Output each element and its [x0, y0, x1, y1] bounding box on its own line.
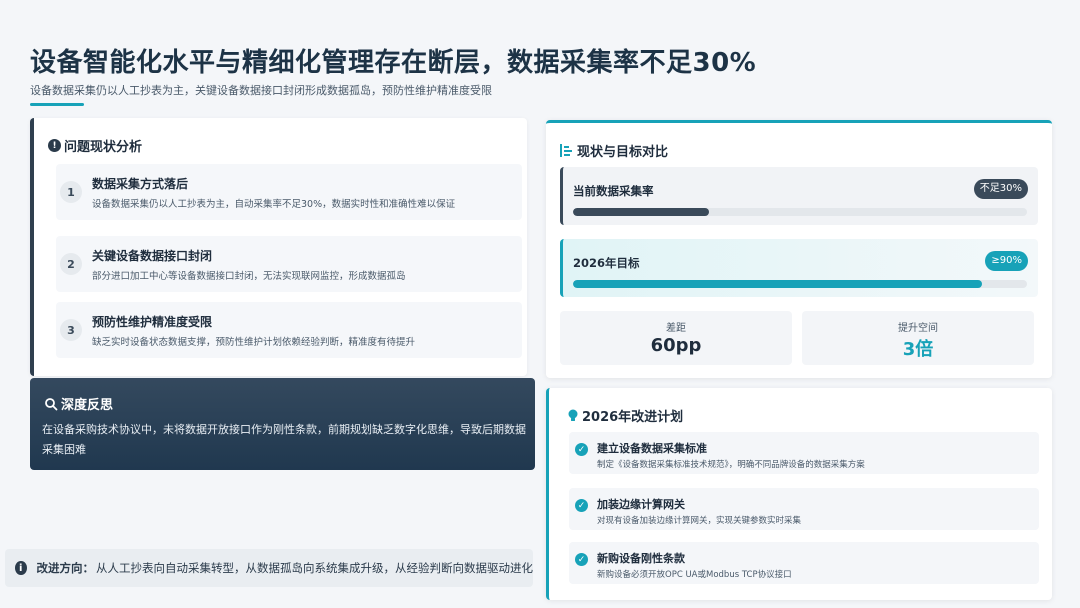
plan-title: 2026年改进计划 [582, 410, 684, 425]
current-rate-track [573, 208, 1027, 216]
reflection-box: 深度反思 在设备采购技术协议中，未将数据开放接口作为刚性条款，前期规划缺乏数字化… [30, 378, 535, 470]
problem-title: 数据采集方式落后 [92, 177, 189, 191]
reflection-title: 深度反思 [61, 398, 114, 413]
room-label: 提升空间 [898, 323, 938, 334]
improvement-plan-card: 2026年改进计划 ✓ 建立设备数据采集标准 制定《设备数据采集标准技术规范》，… [546, 388, 1052, 600]
plan-item: ✓ 新购设备刚性条款 新购设备必须开放OPC UA或Modbus TCP协议接口 [569, 542, 1039, 584]
current-rate-label: 当前数据采集率 [573, 184, 654, 198]
problem-title: 预防性维护精准度受限 [92, 315, 213, 329]
problem-desc: 缺乏实时设备状态数据支撑，预防性维护计划依赖经验判断，精准度有待提升 [92, 337, 416, 348]
problem-item: 2 关键设备数据接口封闭 部分进口加工中心等设备数据接口封闭，无法实现联网监控，… [56, 236, 522, 292]
target-rate-track [573, 280, 1027, 288]
bar-list-icon [560, 144, 572, 157]
comparison-heading: 现状与目标对比 [560, 141, 668, 160]
target-rate-label: 2026年目标 [573, 256, 640, 270]
plan-heading: 2026年改进计划 [567, 406, 683, 425]
direction-text: 从人工抄表向自动采集转型，从数据孤岛向系统集成升级，从经验判断向数据驱动进化 [96, 561, 533, 575]
reflection-text: 在设备采购技术协议中，未将数据开放接口作为刚性条款，前期规划缺乏数字化思维，导致… [42, 423, 526, 456]
info-icon: i [15, 561, 27, 575]
problem-desc: 设备数据采集仍以人工抄表为主，自动采集率不足30%，数据实时性和准确性难以保证 [92, 199, 456, 210]
problem-item: 3 预防性维护精准度受限 缺乏实时设备状态数据支撑，预防性维护计划依赖经验判断，… [56, 302, 522, 358]
check-icon: ✓ [575, 443, 588, 456]
plan-item: ✓ 加装边缘计算网关 对现有设备加装边缘计算网关，实现关键参数实时采集 [569, 488, 1039, 530]
check-icon: ✓ [575, 499, 588, 512]
target-rate-fill [573, 280, 982, 288]
lightbulb-icon [568, 409, 578, 421]
check-icon: ✓ [575, 553, 588, 566]
problem-number: 2 [60, 253, 82, 275]
current-rate-badge: 不足30% [973, 179, 1028, 199]
page-title: 设备智能化水平与精细化管理存在断层，数据采集率不足30% [30, 48, 757, 78]
problem-number: 3 [60, 319, 82, 341]
improvement-direction-bar: i 改进方向： 从人工抄表向自动采集转型，从数据孤岛向系统集成升级，从经验判断向… [5, 549, 533, 587]
plan-item-desc: 对现有设备加装边缘计算网关，实现关键参数实时采集 [597, 516, 802, 526]
current-rate-metric: 当前数据采集率 不足30% [560, 167, 1038, 225]
current-rate-fill [573, 208, 710, 216]
gap-stat: 差距 60pp [560, 311, 792, 365]
page-subtitle: 设备数据采集仍以人工抄表为主，关键设备数据接口封闭形成数据孤岛，预防性维护精准度… [30, 84, 492, 97]
plan-item-title: 加装边缘计算网关 [597, 498, 685, 511]
plan-item-title: 新购设备刚性条款 [597, 552, 685, 565]
problem-analysis-heading: ! 问题现状分析 [48, 136, 142, 155]
problem-item: 1 数据采集方式落后 设备数据采集仍以人工抄表为主，自动采集率不足30%，数据实… [56, 164, 522, 220]
plan-item: ✓ 建立设备数据采集标准 制定《设备数据采集标准技术规范》，明确不同品牌设备的数… [569, 432, 1039, 474]
plan-item-desc: 制定《设备数据采集标准技术规范》，明确不同品牌设备的数据采集方案 [597, 460, 865, 470]
plan-item-title: 建立设备数据采集标准 [597, 442, 707, 455]
direction-label: 改进方向： [36, 561, 95, 575]
target-rate-metric: 2026年目标 ≥90% [560, 239, 1038, 297]
search-icon [45, 397, 58, 410]
problem-number: 1 [60, 181, 82, 203]
comparison-card: 现状与目标对比 当前数据采集率 不足30% 2026年目标 ≥90% 差距 60… [546, 120, 1052, 378]
room-value: 3倍 [902, 339, 934, 360]
problem-analysis-card: ! 问题现状分析 1 数据采集方式落后 设备数据采集仍以人工抄表为主，自动采集率… [30, 118, 527, 376]
exclamation-icon: ! [48, 139, 61, 152]
gap-value: 60pp [650, 335, 702, 356]
problem-desc: 部分进口加工中心等设备数据接口封闭，无法实现联网监控，形成数据孤岛 [92, 271, 406, 282]
title-underline [30, 103, 84, 106]
room-stat: 提升空间 3倍 [802, 311, 1034, 365]
gap-label: 差距 [666, 323, 686, 334]
plan-item-desc: 新购设备必须开放OPC UA或Modbus TCP协议接口 [597, 570, 792, 580]
target-rate-badge: ≥90% [985, 251, 1028, 271]
comparison-title: 现状与目标对比 [577, 145, 669, 160]
reflection-heading: 深度反思 [44, 394, 113, 413]
problem-title: 关键设备数据接口封闭 [92, 249, 213, 263]
problem-analysis-title: 问题现状分析 [64, 140, 143, 155]
